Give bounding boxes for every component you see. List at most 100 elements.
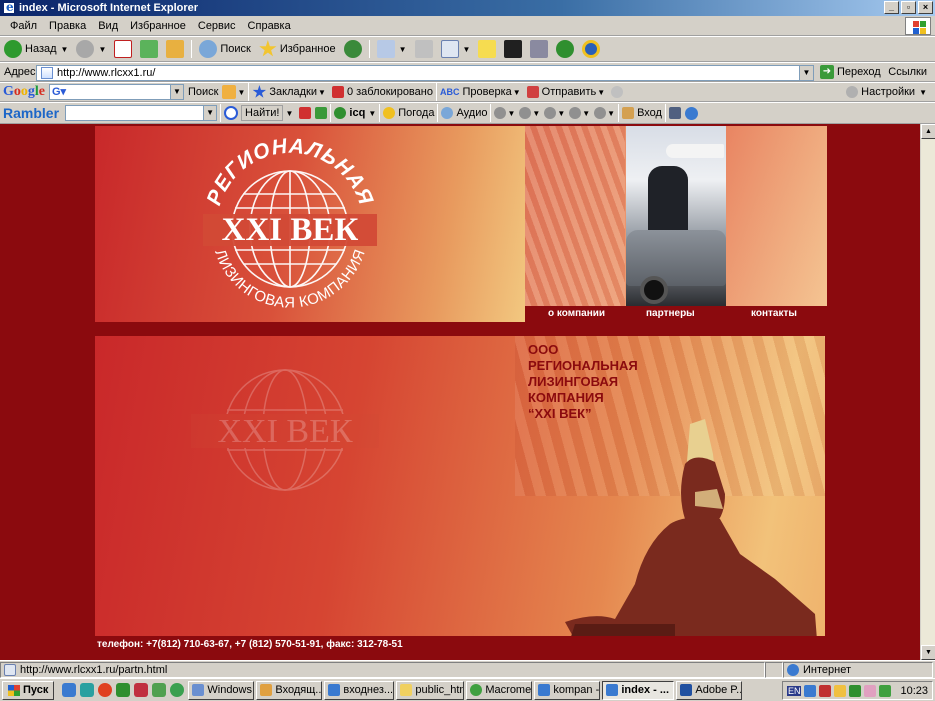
task-button-1[interactable]: Windows... — [188, 680, 255, 700]
task-button-4[interactable]: public_html — [396, 680, 465, 700]
ie-quicklaunch-icon[interactable] — [62, 683, 77, 697]
menu-view[interactable]: Вид — [92, 20, 124, 32]
tool-button-1[interactable] — [500, 38, 526, 60]
mail-button[interactable]: ▼ — [373, 38, 411, 60]
home-button[interactable] — [162, 38, 188, 60]
app-tray-icon[interactable] — [864, 684, 877, 697]
scroll-up-button[interactable]: ▲ — [921, 124, 935, 139]
nav-about[interactable]: о компании — [548, 308, 605, 319]
nav-partners[interactable]: партнеры — [646, 308, 695, 319]
media-button[interactable] — [340, 38, 366, 60]
rambler-find-button[interactable]: Найти! — [241, 105, 284, 121]
tool-button-3[interactable] — [552, 38, 578, 60]
audio-button[interactable]: Аудио — [456, 107, 487, 119]
menu-help[interactable]: Справка — [242, 20, 297, 32]
language-indicator[interactable]: EN — [786, 685, 802, 696]
messenger-tray-icon[interactable] — [834, 684, 847, 697]
refresh-button[interactable] — [136, 38, 162, 60]
logo-banner: XXI ВЕК РЕГИОНАЛЬНАЯ ЛИЗИНГОВАЯ КОМПАНИЯ — [95, 126, 525, 322]
rambler-search-input[interactable]: ▼ — [65, 105, 218, 121]
icq-icon — [334, 107, 347, 119]
desktop-quicklaunch-icon[interactable] — [80, 683, 95, 697]
media-icon — [343, 40, 362, 58]
help-icon[interactable] — [684, 106, 698, 120]
menu-favorites[interactable]: Избранное — [124, 20, 192, 32]
google-news-icon[interactable] — [222, 85, 237, 99]
browser-quicklaunch-icon[interactable] — [170, 683, 185, 697]
app-quicklaunch-icon[interactable] — [134, 683, 149, 697]
spellcheck-button[interactable]: Проверка — [462, 86, 511, 98]
address-url: http://www.rlcxx1.ru/ — [57, 67, 156, 79]
shop-tool-icon[interactable] — [594, 107, 607, 119]
logo-main-text: XXI ВЕК — [222, 212, 359, 248]
notes-button[interactable] — [474, 38, 500, 60]
weather-button[interactable]: Погода — [398, 107, 434, 119]
games-tool-icon[interactable] — [544, 107, 557, 119]
car-shape — [626, 230, 726, 286]
watermark-text: XXI ВЕК — [217, 413, 352, 450]
google-search-button[interactable]: Поиск — [188, 86, 218, 98]
back-button[interactable]: Назад ▼ — [0, 38, 72, 60]
address-dropdown[interactable]: ▼ — [799, 66, 813, 80]
player-quicklaunch-icon[interactable] — [152, 683, 167, 697]
stop-button[interactable] — [110, 38, 136, 60]
pen-icon[interactable] — [299, 107, 312, 119]
clip-icon[interactable] — [611, 86, 624, 98]
company-name: ООО РЕГИОНАЛЬНАЯ ЛИЗИНГОВАЯ КОМПАНИЯ “XX… — [528, 342, 638, 422]
update-tray-icon[interactable] — [879, 684, 892, 697]
task-button-2[interactable]: Входящ... — [256, 680, 323, 700]
login-button[interactable]: Вход — [637, 107, 662, 119]
mail-tool-icon[interactable] — [494, 107, 507, 119]
news-tool-icon[interactable] — [519, 107, 532, 119]
maximize-button[interactable]: ▫ — [901, 1, 916, 14]
links-button[interactable]: Ссылки — [888, 66, 927, 78]
task-button-6[interactable]: kompan -... — [534, 680, 601, 700]
task-button-8[interactable]: Adobe P... — [676, 680, 743, 700]
task-button-7[interactable]: index - ... — [602, 680, 675, 700]
icq-quicklaunch-icon[interactable] — [116, 683, 131, 697]
scroll-down-button[interactable]: ▼ — [921, 645, 935, 660]
send-button[interactable]: Отправить — [542, 86, 597, 98]
minimize-button[interactable]: _ — [884, 1, 899, 14]
chat-tool-icon[interactable] — [569, 107, 582, 119]
go-button[interactable]: ➜ Переход — [820, 65, 881, 79]
menu-edit[interactable]: Правка — [43, 20, 92, 32]
hero-section: XXI ВЕК ООО РЕГИОНАЛЬНАЯ ЛИЗИНГОВАЯ КОМП… — [95, 336, 825, 656]
company-logo[interactable]: XXI ВЕК РЕГИОНАЛЬНАЯ ЛИЗИНГОВАЯ КОМПАНИЯ — [195, 134, 385, 322]
favorites-button[interactable]: Избранное — [255, 38, 340, 60]
task-button-5[interactable]: Macrome... — [466, 680, 533, 700]
address-input[interactable]: http://www.rlcxx1.ru/ ▼ — [36, 65, 814, 81]
menu-file[interactable]: Файл — [4, 20, 43, 32]
edit-button[interactable]: ▼ — [437, 38, 475, 60]
tools-icon[interactable] — [668, 107, 681, 119]
page-viewport: XXI ВЕК РЕГИОНАЛЬНАЯ ЛИЗИНГОВАЯ КОМПАНИЯ… — [0, 124, 920, 660]
network-tray-icon[interactable] — [804, 684, 817, 697]
close-button[interactable]: × — [918, 1, 933, 14]
task-button-3[interactable]: входнез... — [324, 680, 395, 700]
abc-check-icon[interactable] — [315, 107, 328, 119]
rambler-logo[interactable]: Rambler — [3, 105, 59, 121]
google-settings-button[interactable]: Настройки ▼ — [846, 86, 927, 98]
magnifier-icon — [224, 106, 239, 120]
ie-icon — [3, 0, 15, 14]
start-button[interactable]: Пуск — [2, 680, 55, 700]
print-button[interactable] — [411, 38, 437, 60]
vertical-scrollbar[interactable]: ▲ ▼ — [920, 124, 935, 660]
icq-button[interactable]: icq — [349, 107, 365, 119]
forward-button[interactable]: ▼ — [72, 38, 110, 60]
popup-blocked-count[interactable]: 0 заблокировано — [347, 86, 433, 98]
search-button[interactable]: Поиск — [195, 38, 254, 60]
tool-button-2[interactable] — [526, 38, 552, 60]
antivirus-tray-icon[interactable] — [819, 684, 832, 697]
bookmarks-button[interactable]: Закладки — [269, 86, 317, 98]
menu-tools[interactable]: Сервис — [192, 20, 242, 32]
opera-quicklaunch-icon[interactable] — [98, 683, 113, 697]
google-toolbar: Google G▾ ▼ Поиск ▼ Закладки ▼ 0 заблокир… — [0, 82, 935, 102]
login-icon — [622, 107, 635, 119]
google-logo[interactable]: Google — [3, 84, 45, 100]
nav-contacts[interactable]: контакты — [751, 308, 797, 319]
tool-button-4[interactable] — [578, 38, 604, 60]
icq-tray-icon[interactable] — [849, 684, 862, 697]
faded-photo — [726, 126, 827, 306]
google-search-input[interactable]: G▾ ▼ — [49, 84, 184, 100]
